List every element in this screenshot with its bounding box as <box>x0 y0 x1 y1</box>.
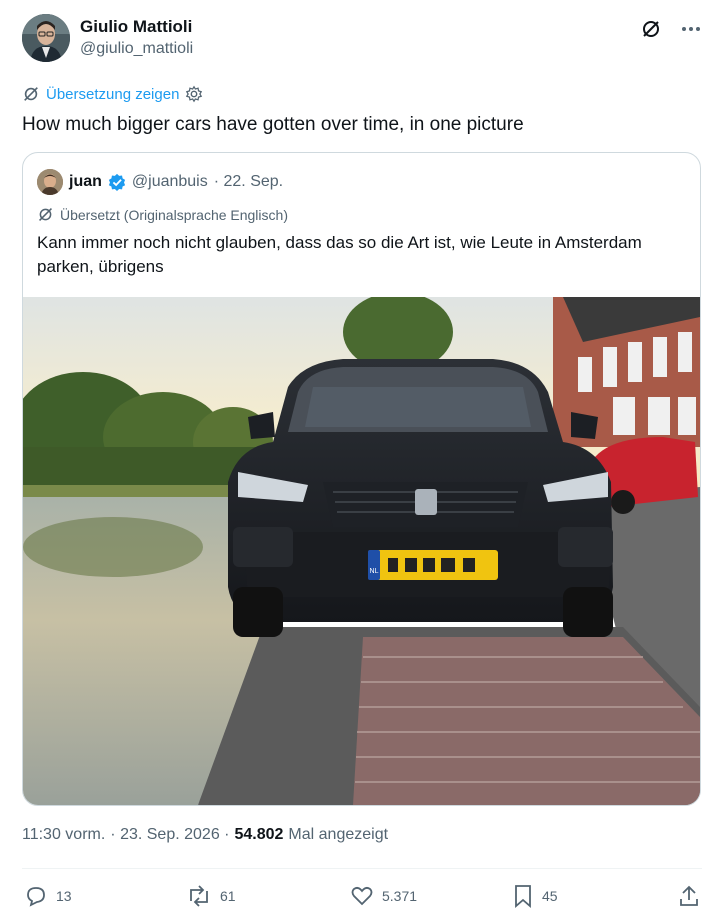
heart-icon <box>351 886 373 906</box>
translate-icon <box>39 208 52 221</box>
verified-badge-icon <box>108 173 125 191</box>
share-icon <box>680 885 698 906</box>
reply-icon <box>27 887 45 907</box>
view-count: 54.802 <box>234 826 284 843</box>
show-translation-link[interactable]: Übersetzung zeigen <box>46 86 179 103</box>
quote-date[interactable]: · 22. Sep. <box>214 173 283 191</box>
plate-country-label: NL <box>370 568 379 575</box>
bookmark-icon <box>515 885 531 908</box>
bookmark-button[interactable]: 45 <box>512 884 558 908</box>
tweet-time[interactable]: 11:30 vorm. <box>22 826 105 844</box>
view-count-label: Mal angezeigt <box>288 826 389 843</box>
like-count: 5.371 <box>382 888 418 904</box>
translate-icon <box>24 87 38 101</box>
quote-avatar[interactable] <box>37 169 63 195</box>
quote-author-handle[interactable]: @juanbuis <box>132 173 208 191</box>
tweet-meta: 11:30 vorm. · 23. Sep. 2026 · 54.802 Mal… <box>22 826 388 844</box>
quoted-tweet[interactable]: juan @juanbuis · 22. Sep. Übersetzt (Ori… <box>22 152 701 806</box>
tweet-header: Giulio Mattioli @giulio_mattioli <box>22 14 702 64</box>
repost-icon <box>190 885 208 907</box>
quote-author-name[interactable]: juan <box>69 173 102 191</box>
quote-photo[interactable]: NL <box>23 292 700 805</box>
tweet-date[interactable]: · 23. Sep. 2026 · <box>110 826 229 844</box>
more-options-icon[interactable] <box>680 18 702 40</box>
action-bar: 13 61 5.371 45 <box>24 884 700 912</box>
divider <box>22 868 702 869</box>
reply-button[interactable]: 13 <box>24 884 72 908</box>
translate-row: Übersetzung zeigen <box>22 85 203 103</box>
bookmark-count: 45 <box>542 888 558 904</box>
reply-count: 13 <box>56 888 72 904</box>
translated-note: Übersetzt (Originalsprache Englisch) <box>37 206 288 223</box>
like-button[interactable]: 5.371 <box>350 884 417 908</box>
translated-note-label: Übersetzt (Originalsprache Englisch) <box>60 206 288 223</box>
settings-gear-icon[interactable] <box>185 85 203 103</box>
author-display-name[interactable]: Giulio Mattioli <box>80 16 193 38</box>
avatar[interactable] <box>22 14 70 62</box>
quote-text: Kann immer noch nicht glauben, dass das … <box>37 233 642 276</box>
grok-icon[interactable] <box>640 18 662 40</box>
repost-button[interactable]: 61 <box>186 884 236 908</box>
author-handle[interactable]: @giulio_mattioli <box>80 38 193 60</box>
tweet-text: How much bigger cars have gotten over ti… <box>22 114 524 135</box>
repost-count: 61 <box>220 888 236 904</box>
share-button[interactable] <box>678 884 700 908</box>
